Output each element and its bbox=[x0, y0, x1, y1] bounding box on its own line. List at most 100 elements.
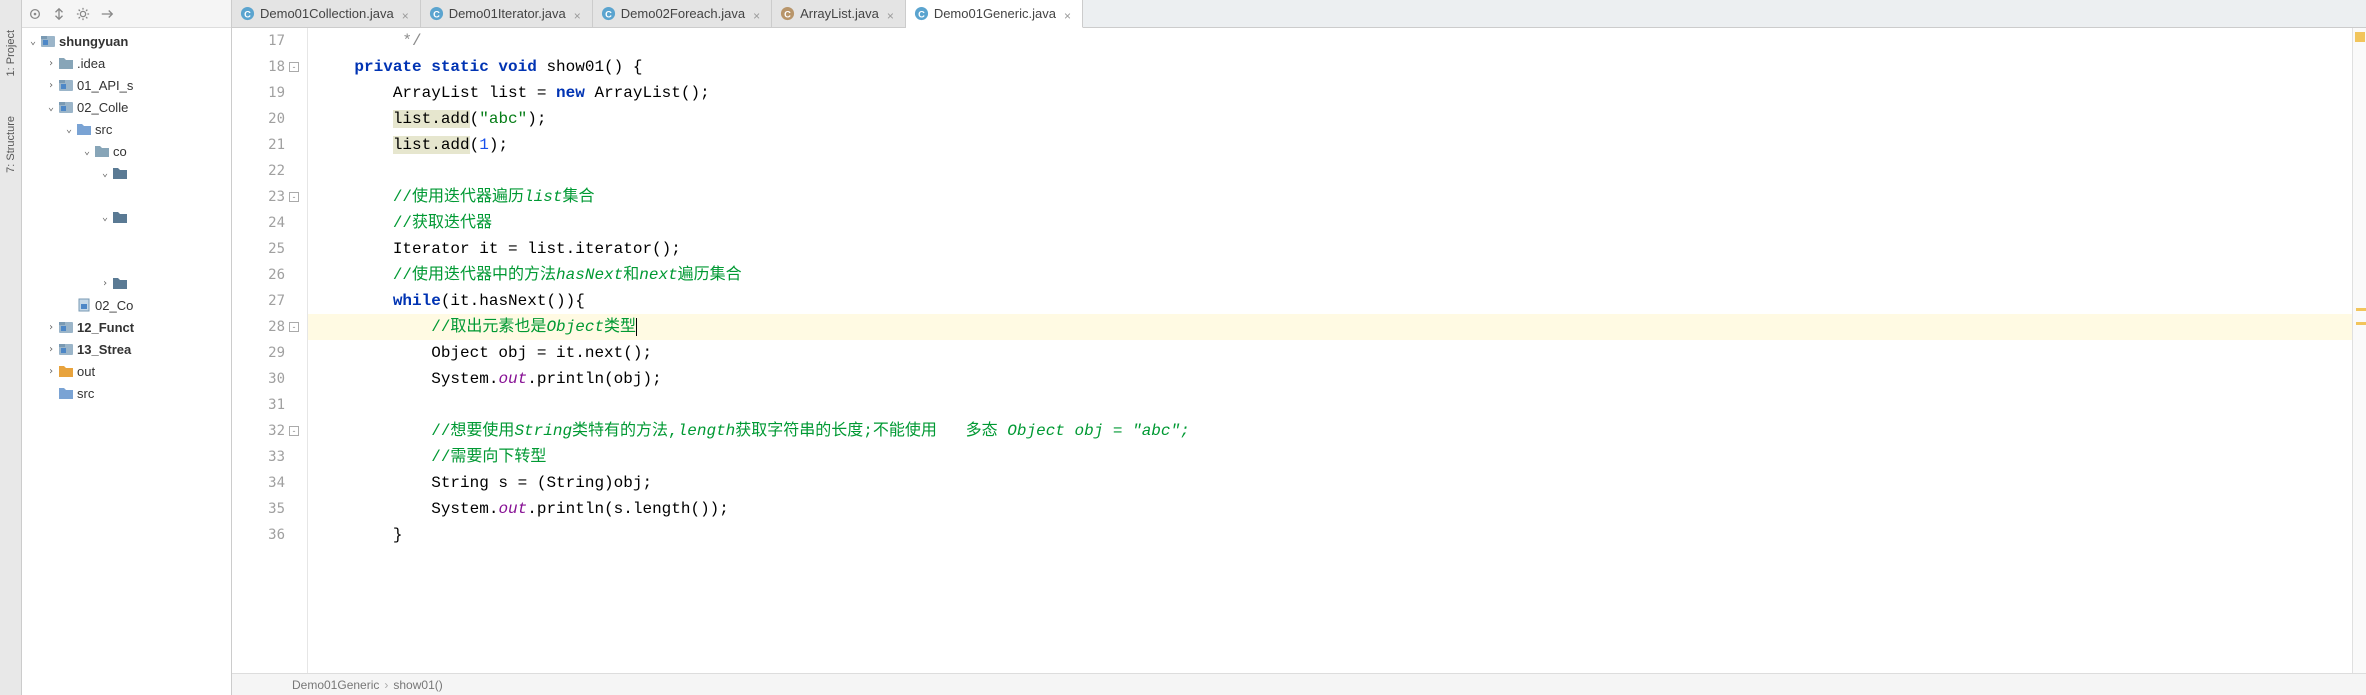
code-line[interactable]: list.add("abc"); bbox=[308, 106, 2352, 132]
code-line[interactable]: list.add(1); bbox=[308, 132, 2352, 158]
line-gutter[interactable]: ---- 17181920212223242526272829303132333… bbox=[232, 28, 308, 673]
tree-item[interactable]: ⌄ co bbox=[22, 140, 231, 162]
close-icon[interactable]: × bbox=[402, 9, 412, 19]
svg-text:C: C bbox=[784, 9, 791, 19]
code-line[interactable]: //使用迭代器中的方法hasNext和next遍历集合 bbox=[308, 262, 2352, 288]
tree-label: co bbox=[113, 144, 127, 159]
tree-arrow-icon[interactable]: ⌄ bbox=[98, 168, 112, 179]
breadcrumb-item[interactable]: Demo01Generic bbox=[292, 678, 379, 692]
project-tree[interactable]: ⌄shungyuan›.idea›01_API_s⌄02_Colle⌄src⌄c… bbox=[22, 28, 231, 695]
tree-arrow-icon[interactable]: ⌄ bbox=[26, 36, 40, 47]
code-line[interactable]: //取出元素也是Object类型 bbox=[308, 314, 2352, 340]
project-tool-tab[interactable]: 1: Project bbox=[3, 20, 19, 86]
code-line[interactable]: //获取迭代器 bbox=[308, 210, 2352, 236]
tree-arrow-icon[interactable]: › bbox=[44, 58, 58, 69]
warning-indicator-icon[interactable] bbox=[2355, 32, 2365, 42]
code-line[interactable]: System.out.println(obj); bbox=[308, 366, 2352, 392]
svg-text:C: C bbox=[244, 9, 251, 19]
java-file-icon: C bbox=[780, 6, 795, 21]
left-tool-tabs: 1: Project 7: Structure bbox=[0, 0, 22, 695]
tree-item[interactable]: ⌄src bbox=[22, 118, 231, 140]
code-line[interactable]: String s = (String)obj; bbox=[308, 470, 2352, 496]
close-icon[interactable]: × bbox=[574, 9, 584, 19]
tree-item[interactable]: ›13_Strea bbox=[22, 338, 231, 360]
close-icon[interactable]: × bbox=[1064, 9, 1074, 19]
tree-item[interactable]: ›01_API_s bbox=[22, 74, 231, 96]
tree-arrow-icon[interactable]: ⌄ bbox=[62, 124, 76, 135]
tree-item[interactable]: › bbox=[22, 272, 231, 294]
tree-arrow-icon[interactable]: › bbox=[44, 366, 58, 377]
editor-tab[interactable]: CDemo01Iterator.java× bbox=[421, 0, 593, 27]
java-file-icon: C bbox=[601, 6, 616, 21]
java-file-icon: C bbox=[914, 6, 929, 21]
code-line[interactable]: //需要向下转型 bbox=[308, 444, 2352, 470]
collapse-icon[interactable] bbox=[51, 6, 67, 22]
tree-arrow-icon[interactable]: › bbox=[44, 322, 58, 333]
tree-label: .idea bbox=[77, 56, 105, 71]
tree-item[interactable] bbox=[22, 228, 231, 250]
code-line[interactable]: Object obj = it.next(); bbox=[308, 340, 2352, 366]
tree-item[interactable]: 02_Co bbox=[22, 294, 231, 316]
code-line[interactable]: */ bbox=[308, 28, 2352, 54]
structure-tab-label: 7: Structure bbox=[5, 116, 17, 173]
fold-icon[interactable]: - bbox=[289, 192, 299, 202]
editor-tab[interactable]: CDemo01Collection.java× bbox=[232, 0, 421, 27]
tree-label: 12_Funct bbox=[77, 320, 134, 335]
close-icon[interactable]: × bbox=[887, 9, 897, 19]
code-line[interactable] bbox=[308, 158, 2352, 184]
tree-item[interactable]: › .idea bbox=[22, 52, 231, 74]
marker-icon[interactable] bbox=[2356, 322, 2366, 325]
tree-arrow-icon[interactable]: › bbox=[44, 344, 58, 355]
tree-arrow-icon[interactable]: › bbox=[44, 80, 58, 91]
editor-tabs: CDemo01Collection.java×CDemo01Iterator.j… bbox=[232, 0, 2366, 28]
code-line[interactable]: Iterator it = list.iterator(); bbox=[308, 236, 2352, 262]
tree-item[interactable]: ⌄ bbox=[22, 162, 231, 184]
tree-arrow-icon[interactable]: ⌄ bbox=[98, 212, 112, 223]
code-line[interactable]: } bbox=[308, 522, 2352, 548]
tab-label: Demo02Foreach.java bbox=[621, 6, 745, 21]
tree-item[interactable]: › out bbox=[22, 360, 231, 382]
marker-icon[interactable] bbox=[2356, 308, 2366, 311]
tree-item[interactable]: ⌄ 02_Colle bbox=[22, 96, 231, 118]
tree-arrow-icon[interactable]: › bbox=[98, 278, 112, 289]
tree-item[interactable]: ⌄ bbox=[22, 206, 231, 228]
code-line[interactable]: while(it.hasNext()){ bbox=[308, 288, 2352, 314]
locate-icon[interactable] bbox=[27, 6, 43, 22]
code-line[interactable]: //使用迭代器遍历list集合 bbox=[308, 184, 2352, 210]
code-line[interactable]: ArrayList list = new ArrayList(); bbox=[308, 80, 2352, 106]
code-line[interactable]: private static void show01() { bbox=[308, 54, 2352, 80]
project-panel: ⌄shungyuan›.idea›01_API_s⌄02_Colle⌄src⌄c… bbox=[22, 0, 232, 695]
tab-label: Demo01Iterator.java bbox=[449, 6, 566, 21]
tree-item[interactable] bbox=[22, 184, 231, 206]
code-line[interactable] bbox=[308, 392, 2352, 418]
tree-label: 02_Colle bbox=[77, 100, 128, 115]
editor-tab[interactable]: C Demo02Foreach.java × bbox=[593, 0, 772, 27]
code-line[interactable]: //想要使用String类特有的方法,length获取字符串的长度;不能使用 多… bbox=[308, 418, 2352, 444]
close-icon[interactable]: × bbox=[753, 9, 763, 19]
fold-icon[interactable]: - bbox=[289, 426, 299, 436]
code-line[interactable]: System.out.println(s.length()); bbox=[308, 496, 2352, 522]
breadcrumb-item[interactable]: show01() bbox=[393, 678, 442, 692]
tab-label: ArrayList.java bbox=[800, 6, 879, 21]
tree-item[interactable]: ⌄shungyuan bbox=[22, 30, 231, 52]
project-tab-label: 1: Project bbox=[5, 30, 17, 76]
right-gutter[interactable] bbox=[2352, 28, 2366, 673]
tree-arrow-icon[interactable]: ⌄ bbox=[44, 102, 58, 113]
gear-icon[interactable] bbox=[75, 6, 91, 22]
tree-item[interactable]: src bbox=[22, 382, 231, 404]
fold-icon[interactable]: - bbox=[289, 322, 299, 332]
structure-tool-tab[interactable]: 7: Structure bbox=[3, 106, 19, 183]
tree-item[interactable]: › 12_Funct bbox=[22, 316, 231, 338]
code-area[interactable]: */ private static void show01() { ArrayL… bbox=[308, 28, 2352, 673]
tree-arrow-icon[interactable]: ⌄ bbox=[80, 146, 94, 157]
tree-item[interactable] bbox=[22, 250, 231, 272]
breadcrumb[interactable]: Demo01Generic › show01() bbox=[232, 673, 2366, 695]
tree-label: 02_Co bbox=[95, 298, 133, 313]
editor-tab[interactable]: CDemo01Generic.java× bbox=[906, 0, 1083, 28]
fold-icon[interactable]: - bbox=[289, 62, 299, 72]
project-toolbar bbox=[22, 0, 231, 28]
tree-label: out bbox=[77, 364, 95, 379]
caret-icon bbox=[636, 318, 637, 336]
editor-tab[interactable]: C ArrayList.java × bbox=[772, 0, 906, 27]
hide-icon[interactable] bbox=[99, 6, 115, 22]
